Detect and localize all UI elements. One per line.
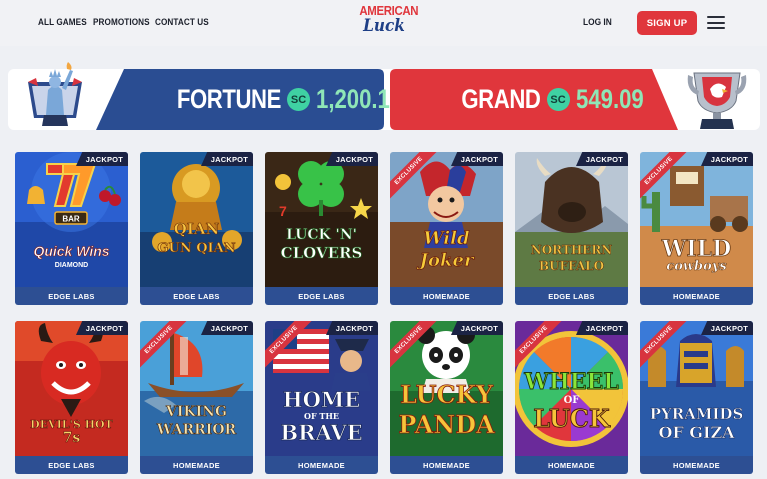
game-tile-qian-gun-qian[interactable]: QIAN GUN QIAN JACKPOT EDGE LABS xyxy=(140,152,253,305)
game-tile-lucky-panda[interactable]: LUCKY PANDA JACKPOT EXCLUSIVE HOMEMADE xyxy=(390,321,503,474)
game-tile-wild-cowboys[interactable]: WILD cowboys JACKPOT EXCLUSIVE HOMEMADE xyxy=(640,152,753,305)
game-provider: HOMEMADE xyxy=(140,456,253,474)
game-title: HOME xyxy=(282,387,361,412)
jackpot-badge: JACKPOT xyxy=(576,321,628,335)
jackpot-badge: JACKPOT xyxy=(326,152,378,166)
game-title: PYRAMIDS xyxy=(649,405,744,423)
nav-link-all-games[interactable]: ALL GAMES xyxy=(38,17,87,28)
top-nav: ALL GAMES PROMOTIONS CONTACT US AMERICAN… xyxy=(0,0,767,46)
game-subtitle: 7s xyxy=(62,430,81,446)
grand-jackpot: GRAND SC 549.09 xyxy=(390,69,678,130)
game-provider: HOMEMADE xyxy=(265,456,378,474)
fortune-jackpot: FORTUNE SC 1,200.17 xyxy=(96,69,402,130)
game-tile-wheel-of-luck[interactable]: WHEEL OF LUCK JACKPOT EXCLUSIVE HOMEMADE xyxy=(515,321,628,474)
jackpot-badge: JACKPOT xyxy=(201,321,253,335)
game-provider: EDGE LABS xyxy=(15,456,128,474)
game-provider: HOMEMADE xyxy=(390,287,503,305)
game-tile-quick-wins[interactable]: BAR Quick Wins DIAMOND JACKPOT EDGE LABS xyxy=(15,152,128,305)
game-provider: EDGE LABS xyxy=(265,287,378,305)
game-provider: HOMEMADE xyxy=(390,456,503,474)
game-title: WILD xyxy=(661,236,732,262)
game-tile-northern-buffalo[interactable]: NORTHERN BUFFALO JACKPOT EDGE LABS xyxy=(515,152,628,305)
jackpot-badge: JACKPOT xyxy=(576,152,628,166)
game-title: WHEEL xyxy=(524,369,619,395)
game-tile-pyramids-of-giza[interactable]: PYRAMIDS OF GIZA JACKPOT EXCLUSIVE HOMEM… xyxy=(640,321,753,474)
game-subtitle: cowboys xyxy=(666,259,727,274)
svg-text:7: 7 xyxy=(279,203,287,219)
grand-jackpot-amount: 549.09 xyxy=(575,84,644,114)
jackpot-badge: JACKPOT xyxy=(326,321,378,335)
game-subtitle: BRAVE xyxy=(280,420,363,445)
jackpot-badge: JACKPOT xyxy=(701,152,753,166)
signup-button[interactable]: SIGN UP xyxy=(637,11,697,35)
game-tile-luck-n-clovers[interactable]: 7 LUCK 'N' CLOVERS JACKPOT EDGE LABS xyxy=(265,152,378,305)
game-subtitle: WARRIOR xyxy=(156,422,237,438)
eagle-trophy-icon xyxy=(687,72,747,129)
game-tile-viking-warrior[interactable]: VIKING WARRIOR JACKPOT EXCLUSIVE HOMEMAD… xyxy=(140,321,253,474)
fortune-jackpot-name: FORTUNE xyxy=(176,84,282,114)
login-link[interactable]: LOG IN xyxy=(583,17,612,28)
game-subtitle: LUCK xyxy=(533,404,610,433)
svg-text:BAR: BAR xyxy=(62,215,80,224)
grand-jackpot-name: GRAND xyxy=(461,84,541,114)
game-title: LUCK 'N' xyxy=(286,227,357,243)
game-tile-wild-joker[interactable]: Wild Joker JACKPOT EXCLUSIVE HOMEMADE xyxy=(390,152,503,305)
game-provider: HOMEMADE xyxy=(515,456,628,474)
game-tile-devils-hot-7s[interactable]: DEVIL'S HOT 7s JACKPOT EDGE LABS xyxy=(15,321,128,474)
game-title: Quick Wins xyxy=(33,243,110,259)
jackpot-badge: JACKPOT xyxy=(76,321,128,335)
game-title: NORTHERN xyxy=(530,243,613,257)
game-subtitle: OF GIZA xyxy=(658,423,735,442)
game-tile-home-of-the-brave[interactable]: HOME OF THE BRAVE JACKPOT EXCLUSIVE HOME… xyxy=(265,321,378,474)
jackpot-badge: JACKPOT xyxy=(451,321,503,335)
logo-wordmark-bottom: Luck xyxy=(363,16,405,36)
game-subtitle: BUFFALO xyxy=(538,259,605,273)
game-subtitle: PANDA xyxy=(398,410,495,439)
game-provider: EDGE LABS xyxy=(140,287,253,305)
game-subtitle: Joker xyxy=(419,250,474,271)
statue-of-liberty-icon xyxy=(28,62,82,126)
nav-link-promotions[interactable]: PROMOTIONS xyxy=(93,17,150,28)
game-title: LUCKY xyxy=(400,380,494,409)
game-title: DEVIL'S HOT xyxy=(30,418,113,431)
jackpot-badge: JACKPOT xyxy=(201,152,253,166)
game-subtitle: GUN QIAN xyxy=(157,241,236,256)
game-provider: EDGE LABS xyxy=(515,287,628,305)
game-title: Wild xyxy=(423,228,470,249)
american-luck-logo[interactable]: AMERICAN Luck xyxy=(356,4,418,42)
jackpot-banner: FORTUNE SC 1,200.17 GRAND SC 549.09 xyxy=(8,62,760,130)
game-provider: HOMEMADE xyxy=(640,287,753,305)
game-subtitle: CLOVERS xyxy=(280,244,363,262)
nav-link-contact-us[interactable]: CONTACT US xyxy=(155,17,209,28)
game-provider: EDGE LABS xyxy=(15,287,128,305)
jackpot-badge: JACKPOT xyxy=(76,152,128,166)
jackpot-badge: JACKPOT xyxy=(451,152,503,166)
game-provider: HOMEMADE xyxy=(640,456,753,474)
game-title: QIAN xyxy=(173,220,220,238)
sc-coin-icon: SC xyxy=(546,88,570,111)
game-subtitle: DIAMOND xyxy=(54,262,89,269)
game-title: VIKING xyxy=(166,404,227,420)
sc-coin-icon: SC xyxy=(287,88,310,111)
hamburger-menu-icon[interactable] xyxy=(707,15,725,30)
jackpot-badge: JACKPOT xyxy=(701,321,753,335)
game-artwork: 7 xyxy=(265,152,378,287)
game-title-middle: OF THE xyxy=(303,411,340,421)
